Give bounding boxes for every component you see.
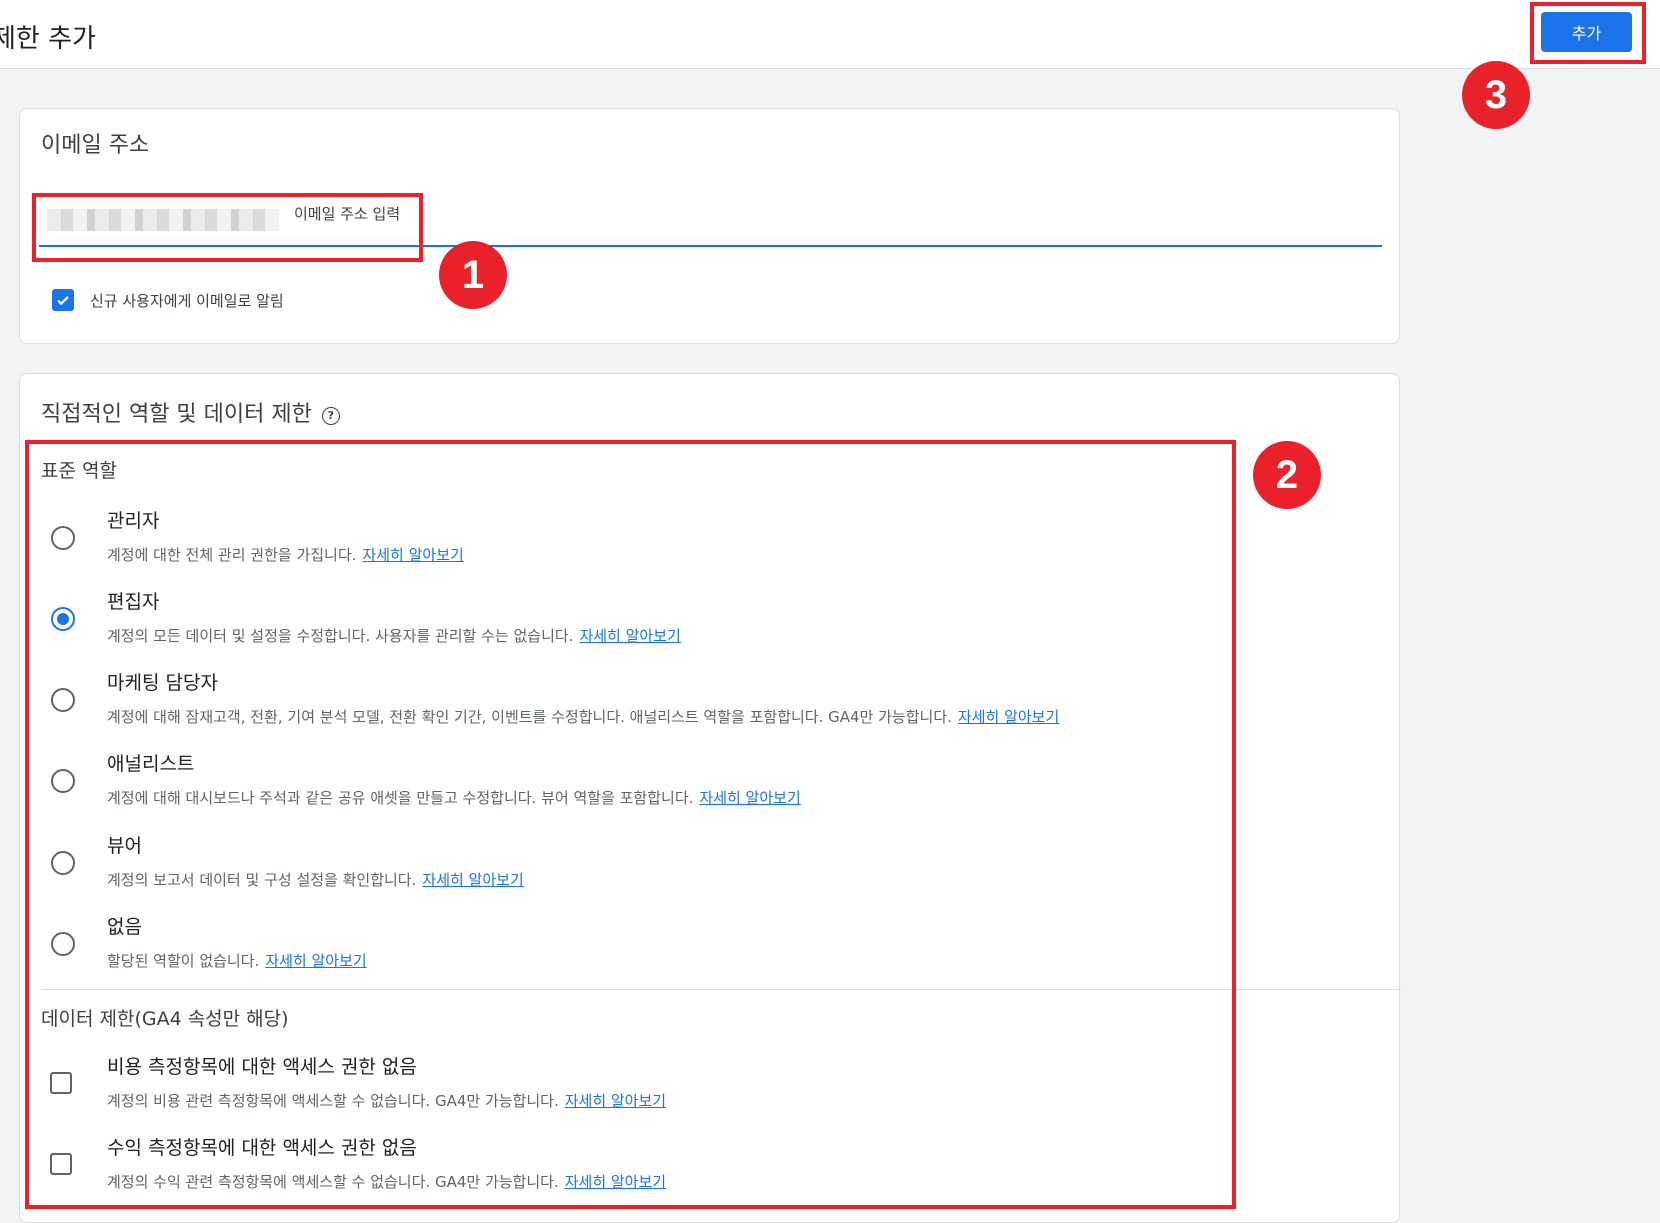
restriction-desc: 계정의 비용 관련 측정항목에 액세스할 수 없습니다. GA4만 가능합니다.… bbox=[107, 1090, 666, 1111]
standard-roles-label: 표준 역할 bbox=[41, 460, 117, 482]
role-desc-text: 계정에 대해 잠재고객, 전환, 기여 분석 모델, 전환 확인 기간, 이벤트… bbox=[107, 708, 952, 726]
radio-none[interactable] bbox=[51, 932, 75, 956]
role-name: 마케팅 담당자 bbox=[107, 672, 218, 694]
learn-more-link[interactable]: 자세히 알아보기 bbox=[699, 789, 800, 807]
restriction-desc: 계정의 수익 관련 측정항목에 액세스할 수 없습니다. GA4만 가능합니다.… bbox=[107, 1171, 666, 1192]
divider bbox=[41, 989, 1401, 990]
role-desc: 계정에 대한 전체 관리 권한을 가집니다. 자세히 알아보기 bbox=[107, 544, 464, 565]
radio-editor[interactable] bbox=[51, 607, 75, 631]
radio-analyst[interactable] bbox=[51, 769, 75, 793]
restriction-desc-text: 계정의 비용 관련 측정항목에 액세스할 수 없습니다. GA4만 가능합니다. bbox=[107, 1092, 559, 1110]
notify-label: 신규 사용자에게 이메일로 알림 bbox=[90, 291, 284, 310]
email-input[interactable] bbox=[294, 205, 594, 223]
learn-more-link[interactable]: 자세히 알아보기 bbox=[422, 871, 523, 889]
notify-row[interactable]: 신규 사용자에게 이메일로 알림 bbox=[52, 289, 284, 311]
check-icon bbox=[57, 296, 69, 306]
email-chip-redacted[interactable] bbox=[47, 209, 279, 231]
learn-more-link[interactable]: 자세히 알아보기 bbox=[958, 708, 1059, 726]
radio-viewer[interactable] bbox=[51, 851, 75, 875]
learn-more-link[interactable]: 자세히 알아보기 bbox=[265, 952, 366, 970]
radio-admin[interactable] bbox=[51, 526, 75, 550]
restriction-desc-text: 계정의 수익 관련 측정항목에 액세스할 수 없습니다. GA4만 가능합니다. bbox=[107, 1173, 559, 1191]
step-badge-3: 3 bbox=[1462, 61, 1530, 129]
data-restrictions-label: 데이터 제한(GA4 속성만 해당) bbox=[41, 1008, 289, 1030]
role-option-admin[interactable]: 관리자 계정에 대한 전체 관리 권한을 가집니다. 자세히 알아보기 bbox=[20, 508, 1380, 586]
email-card-title: 이메일 주소 bbox=[41, 133, 150, 158]
role-name: 편집자 bbox=[107, 591, 160, 613]
restriction-option-revenue[interactable]: 수익 측정항목에 대한 액세스 권한 없음 계정의 수익 관련 측정항목에 액세… bbox=[20, 1135, 1380, 1213]
role-option-none[interactable]: 없음 할당된 역할이 없습니다. 자세히 알아보기 bbox=[20, 914, 1380, 992]
role-desc: 할당된 역할이 없습니다. 자세히 알아보기 bbox=[107, 950, 367, 971]
role-desc: 계정의 보고서 데이터 및 구성 설정을 확인합니다. 자세히 알아보기 bbox=[107, 869, 524, 890]
question-circle-icon[interactable]: ? bbox=[321, 406, 340, 425]
step-badge-1: 1 bbox=[439, 241, 507, 309]
page-title: 제한 추가 bbox=[0, 24, 96, 54]
learn-more-link[interactable]: 자세히 알아보기 bbox=[579, 627, 680, 645]
role-desc-text: 계정에 대한 전체 관리 권한을 가집니다. bbox=[107, 546, 357, 564]
learn-more-link[interactable]: 자세히 알아보기 bbox=[565, 1092, 666, 1110]
checkbox-cost-metrics[interactable] bbox=[50, 1072, 72, 1094]
restriction-option-cost[interactable]: 비용 측정항목에 대한 액세스 권한 없음 계정의 비용 관련 측정항목에 액세… bbox=[20, 1054, 1380, 1132]
top-bar: 제한 추가 추가 bbox=[0, 0, 1660, 69]
role-name: 관리자 bbox=[107, 510, 160, 532]
step-badge-2: 2 bbox=[1253, 441, 1321, 509]
role-card-title: 직접적인 역할 및 데이터 제한? bbox=[41, 396, 340, 428]
role-name: 뷰어 bbox=[107, 835, 142, 857]
learn-more-link[interactable]: 자세히 알아보기 bbox=[362, 546, 463, 564]
role-desc-text: 계정의 보고서 데이터 및 구성 설정을 확인합니다. bbox=[107, 871, 417, 889]
role-desc: 계정의 모든 데이터 및 설정을 수정합니다. 사용자를 관리할 수는 없습니다… bbox=[107, 625, 681, 646]
role-name: 없음 bbox=[107, 916, 142, 938]
role-desc-text: 계정의 모든 데이터 및 설정을 수정합니다. 사용자를 관리할 수는 없습니다… bbox=[107, 627, 574, 645]
role-option-analyst[interactable]: 애널리스트 계정에 대해 대시보드나 주석과 같은 공유 애셋을 만들고 수정합… bbox=[20, 751, 1380, 829]
notify-checkbox[interactable] bbox=[52, 289, 74, 311]
restriction-name: 수익 측정항목에 대한 액세스 권한 없음 bbox=[107, 1137, 417, 1159]
checkbox-revenue-metrics[interactable] bbox=[50, 1153, 72, 1175]
role-desc-text: 계정에 대해 대시보드나 주석과 같은 공유 애셋을 만들고 수정합니다. 뷰어… bbox=[107, 789, 694, 807]
role-option-viewer[interactable]: 뷰어 계정의 보고서 데이터 및 구성 설정을 확인합니다. 자세히 알아보기 bbox=[20, 833, 1380, 911]
role-card: 직접적인 역할 및 데이터 제한? 표준 역할 관리자 계정에 대한 전체 관리… bbox=[19, 373, 1401, 1223]
email-field[interactable] bbox=[39, 201, 1382, 247]
role-desc: 계정에 대해 잠재고객, 전환, 기여 분석 모델, 전환 확인 기간, 이벤트… bbox=[107, 706, 1059, 727]
email-card: 이메일 주소 신규 사용자에게 이메일로 알림 bbox=[19, 108, 1400, 344]
role-option-editor[interactable]: 편집자 계정의 모든 데이터 및 설정을 수정합니다. 사용자를 관리할 수는 … bbox=[20, 589, 1380, 667]
restriction-name: 비용 측정항목에 대한 액세스 권한 없음 bbox=[107, 1056, 417, 1078]
role-desc: 계정에 대해 대시보드나 주석과 같은 공유 애셋을 만들고 수정합니다. 뷰어… bbox=[107, 787, 801, 808]
role-card-title-text: 직접적인 역할 및 데이터 제한 bbox=[41, 402, 312, 427]
role-option-marketer[interactable]: 마케팅 담당자 계정에 대해 잠재고객, 전환, 기여 분석 모델, 전환 확인… bbox=[20, 670, 1380, 748]
radio-marketer[interactable] bbox=[51, 688, 75, 712]
learn-more-link[interactable]: 자세히 알아보기 bbox=[565, 1173, 666, 1191]
role-name: 애널리스트 bbox=[107, 753, 195, 775]
add-button[interactable]: 추가 bbox=[1541, 12, 1632, 52]
role-desc-text: 할당된 역할이 없습니다. bbox=[107, 952, 260, 970]
